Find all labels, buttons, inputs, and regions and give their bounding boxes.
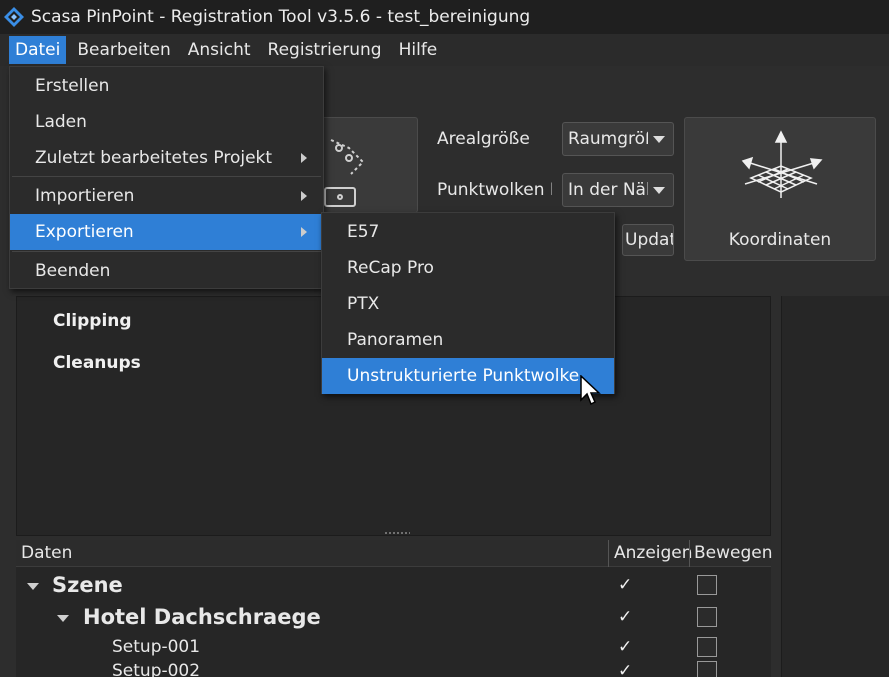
right-panel: [781, 296, 889, 677]
header-anzeigen[interactable]: Anzeigen: [614, 543, 693, 563]
chevron-right-icon: [301, 191, 307, 201]
menu-registrierung[interactable]: Registrierung: [262, 36, 388, 64]
header-divider: [608, 540, 609, 567]
areal-label: Arealgröße: [437, 129, 530, 149]
menu-item-beenden[interactable]: Beenden: [10, 253, 323, 289]
menu-item-label: Beenden: [35, 261, 111, 281]
menu-item-importieren[interactable]: Importieren: [10, 178, 323, 214]
menu-item-label: Exportieren: [35, 222, 134, 242]
tree-row[interactable]: Setup-002 ✓: [16, 660, 771, 677]
submenu-item-label: ReCap Pro: [347, 258, 434, 278]
caret-down-icon[interactable]: [27, 583, 39, 590]
chevron-right-icon: [301, 227, 307, 237]
tree-row[interactable]: Szene ✓: [16, 572, 771, 600]
menu-bar: Datei Bearbeiten Ansicht Registrierung H…: [0, 34, 889, 66]
tree-header: Daten Anzeigen Bewegen: [16, 540, 773, 567]
submenu-item-panoramen[interactable]: Panoramen: [322, 322, 614, 358]
app-logo-icon: [4, 7, 24, 27]
menu-bearbeiten[interactable]: Bearbeiten: [71, 36, 176, 64]
tree-row[interactable]: Hotel Dachschraege ✓: [16, 604, 771, 632]
submenu-item-label: PTX: [347, 294, 380, 314]
submenu-item-recap-pro[interactable]: ReCap Pro: [322, 250, 614, 286]
row-label: Setup-001: [112, 637, 201, 657]
dropdown-arrow-icon: [653, 136, 665, 143]
submenu-item-e57[interactable]: E57: [322, 214, 614, 250]
punktwolken-label: Punktwolken D: [437, 180, 552, 200]
areal-combo[interactable]: Raumgröße: [562, 122, 674, 156]
show-checkbox[interactable]: ✓: [618, 575, 632, 595]
submenu-item-label: Panoramen: [347, 330, 444, 350]
submenu-item-unstrukturierte-punktwolke[interactable]: Unstrukturierte Punktwolke: [322, 358, 614, 394]
menu-ansicht[interactable]: Ansicht: [182, 36, 257, 64]
row-label: Setup-002: [112, 661, 201, 677]
window-title: Scasa PinPoint - Registration Tool v3.5.…: [31, 7, 531, 27]
submenu-item-label: E57: [347, 222, 380, 242]
chevron-right-icon: [301, 153, 307, 163]
move-checkbox[interactable]: [697, 661, 717, 677]
menu-item-label: Erstellen: [35, 76, 110, 96]
submenu-item-label: Unstrukturierte Punktwolke: [347, 366, 580, 386]
mouse-pointer-icon: [580, 375, 601, 406]
menu-hilfe[interactable]: Hilfe: [393, 36, 444, 64]
datei-menu: Erstellen Laden Zuletzt bearbeitetes Pro…: [9, 66, 324, 289]
coordinate-grid-icon: [741, 130, 823, 198]
move-checkbox[interactable]: [697, 607, 717, 627]
menu-item-exportieren[interactable]: Exportieren: [10, 214, 323, 250]
punktwolken-combo-value: In der Nähe: [568, 180, 648, 200]
clipping-label[interactable]: Clipping: [53, 311, 132, 331]
submenu-item-ptx[interactable]: PTX: [322, 286, 614, 322]
areal-combo-value: Raumgröße: [568, 129, 648, 149]
menu-item-laden[interactable]: Laden: [10, 104, 323, 140]
menu-item-label: Laden: [35, 112, 87, 132]
menu-item-label: Zuletzt bearbeitetes Projekt: [35, 148, 273, 168]
move-checkbox[interactable]: [697, 575, 717, 595]
header-bewegen[interactable]: Bewegen: [694, 543, 773, 563]
row-label: Szene: [52, 573, 123, 597]
show-checkbox[interactable]: ✓: [618, 607, 632, 627]
cleanups-label[interactable]: Cleanups: [53, 353, 141, 373]
tree-row[interactable]: Setup-001 ✓: [16, 636, 771, 660]
data-tree: Daten Anzeigen Bewegen Szene ✓ Hotel Dac…: [16, 540, 773, 677]
move-checkbox[interactable]: [697, 637, 717, 657]
header-daten[interactable]: Daten: [21, 543, 72, 563]
update-button[interactable]: Update: [622, 224, 674, 256]
title-bar: Scasa PinPoint - Registration Tool v3.5.…: [0, 0, 889, 34]
menu-separator: [12, 251, 321, 252]
export-submenu: E57 ReCap Pro PTX Panoramen Unstrukturie…: [321, 212, 615, 394]
menu-separator: [12, 176, 321, 177]
header-divider: [689, 540, 690, 567]
show-checkbox[interactable]: ✓: [618, 661, 632, 677]
menu-item-erstellen[interactable]: Erstellen: [10, 68, 323, 104]
menu-item-zuletzt[interactable]: Zuletzt bearbeitetes Projekt: [10, 140, 323, 176]
caret-down-icon[interactable]: [57, 615, 69, 622]
koordinaten-label: Koordinaten: [728, 230, 832, 250]
menu-datei[interactable]: Datei: [9, 36, 67, 64]
dropdown-arrow-icon: [653, 187, 665, 194]
koordinaten-button[interactable]: Koordinaten: [684, 117, 876, 261]
menu-item-label: Importieren: [35, 186, 135, 206]
punktwolken-combo[interactable]: In der Nähe: [562, 173, 674, 207]
show-checkbox[interactable]: ✓: [618, 637, 632, 657]
splitter-handle[interactable]: [384, 531, 410, 535]
row-label: Hotel Dachschraege: [83, 605, 321, 629]
